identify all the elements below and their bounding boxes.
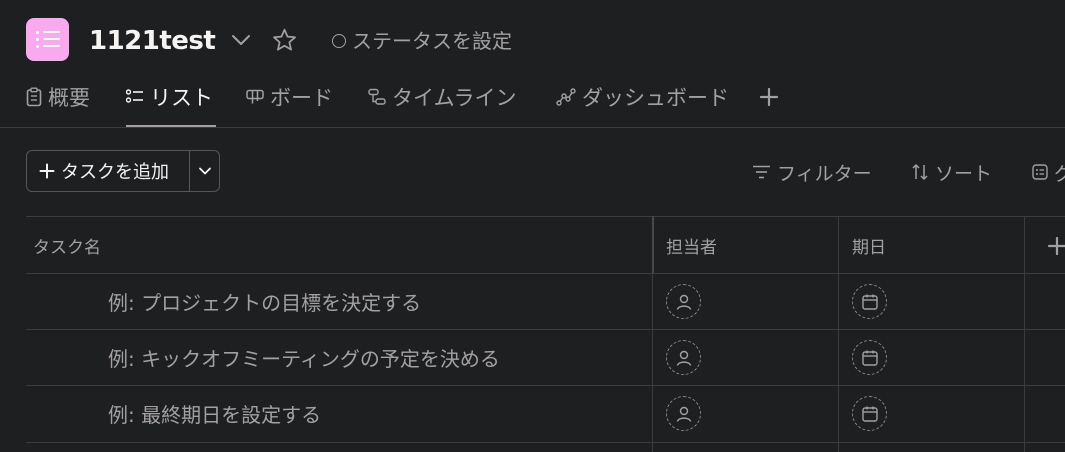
tab-label: リスト — [150, 86, 213, 110]
due-date-placeholder[interactable] — [852, 340, 887, 375]
column-resize-handle[interactable] — [652, 216, 654, 273]
tab-label: タイムライン — [392, 86, 517, 110]
task-name-cell[interactable]: 例: プロジェクトの目標を決定する — [108, 273, 421, 329]
status-label: ステータスを設定 — [352, 29, 512, 53]
calendar-icon — [861, 406, 878, 422]
star-icon[interactable] — [271, 27, 298, 53]
row-divider — [26, 442, 1065, 443]
tab-timeline[interactable]: タイムライン — [368, 82, 517, 112]
add-task-button[interactable]: タスクを追加 — [27, 151, 189, 191]
assignee-placeholder[interactable] — [666, 340, 701, 375]
tab-dashboard[interactable]: ダッシュボード — [556, 82, 729, 112]
tab-label: ボード — [270, 86, 333, 110]
filter-label: フィルター — [777, 162, 872, 185]
task-name-cell[interactable]: 例: 最終期日を設定する — [108, 385, 321, 441]
add-tab-plus-icon[interactable] — [758, 86, 780, 108]
group-button[interactable]: グ — [1032, 158, 1065, 186]
tab-bar-divider — [0, 127, 1065, 128]
table-top-border — [26, 216, 1065, 217]
person-icon — [676, 294, 691, 310]
person-icon — [676, 406, 691, 422]
tab-board[interactable]: ボード — [246, 82, 333, 112]
assignee-placeholder[interactable] — [666, 284, 701, 319]
add-column-plus-icon[interactable] — [1046, 235, 1065, 257]
project-title[interactable]: 1121test — [89, 22, 216, 60]
board-icon — [246, 89, 264, 104]
calendar-icon — [861, 350, 878, 366]
due-date-placeholder[interactable] — [852, 284, 887, 319]
column-divider — [652, 273, 653, 452]
tab-label: ダッシュボード — [582, 86, 729, 110]
sort-label: ソート — [935, 162, 993, 185]
column-header-due-date[interactable]: 期日 — [852, 217, 886, 273]
column-divider — [1024, 216, 1025, 452]
plus-icon — [39, 163, 55, 179]
add-task-dropdown-button[interactable] — [190, 151, 220, 191]
assignee-placeholder[interactable] — [666, 396, 701, 431]
column-header-assignee[interactable]: 担当者 — [666, 217, 717, 273]
add-task-label: タスクを追加 — [61, 162, 169, 183]
add-task-button-group: タスクを追加 — [26, 150, 220, 192]
sort-button[interactable]: ソート — [911, 158, 992, 186]
task-name-cell[interactable]: 例: キックオフミーティングの予定を決める — [108, 329, 500, 385]
status-circle-icon — [332, 34, 346, 48]
tab-overview[interactable]: 概要 — [26, 82, 90, 112]
sort-arrows-icon — [912, 164, 928, 180]
clipboard-icon — [26, 87, 42, 107]
column-header-task-name[interactable]: タスク名 — [33, 217, 101, 273]
column-divider — [838, 216, 839, 452]
tab-list[interactable]: リスト — [126, 82, 213, 112]
dashboard-icon — [556, 88, 576, 106]
project-list-icon[interactable] — [26, 18, 69, 61]
person-icon — [676, 350, 691, 366]
set-status-button[interactable]: ステータスを設定 — [332, 26, 512, 56]
tab-label: 概要 — [48, 86, 90, 110]
group-icon — [1032, 164, 1048, 180]
list-icon — [126, 89, 143, 103]
due-date-placeholder[interactable] — [852, 396, 887, 431]
filter-icon — [753, 165, 770, 179]
timeline-icon — [368, 88, 386, 105]
app-root: 1121test ステータスを設定 概要 リスト ボード タイムライン ダッシュ… — [0, 0, 1065, 452]
filter-button[interactable]: フィルター — [752, 158, 872, 186]
chevron-down-icon[interactable] — [230, 31, 252, 49]
group-label: グ — [1054, 162, 1065, 185]
calendar-icon — [861, 294, 878, 310]
chevron-down-icon — [199, 167, 211, 175]
